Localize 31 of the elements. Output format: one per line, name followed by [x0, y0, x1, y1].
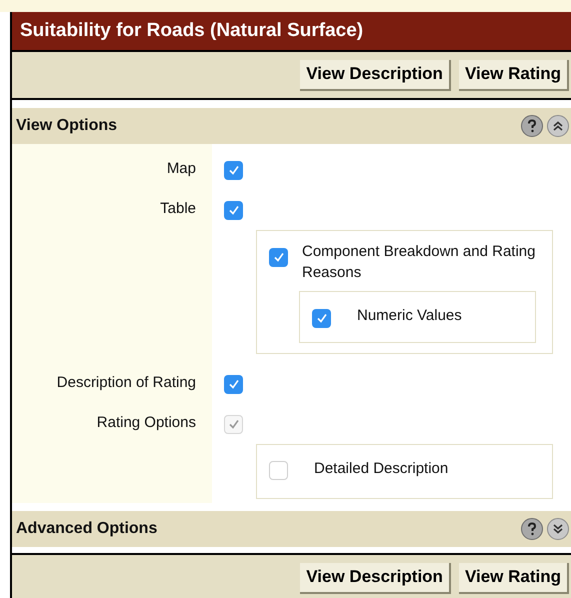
- view-button[interactable]: View Rating: [458, 562, 569, 594]
- option-label: Rating Options: [96, 413, 196, 433]
- page-title: Suitability for Roads (Natural Surface): [20, 18, 364, 43]
- view-button[interactable]: View Rating: [458, 60, 569, 90]
- option-label: Map: [166, 159, 196, 179]
- section-header[interactable]: View Options: [12, 108, 571, 144]
- expand-icon[interactable]: [547, 518, 569, 540]
- option-label: Description of Rating: [56, 373, 196, 393]
- checkbox[interactable]: [312, 308, 331, 328]
- option-label: Detailed Description: [313, 459, 448, 479]
- checkmark-icon: [228, 204, 240, 216]
- collapse-icon[interactable]: [547, 115, 569, 137]
- checkmark-icon: [272, 251, 284, 263]
- section-title: Advanced Options: [16, 519, 158, 539]
- option-label: Table: [160, 199, 196, 219]
- section-title: View Options: [16, 116, 118, 136]
- checkmark-icon: [228, 418, 240, 430]
- checkmark-icon: [228, 378, 240, 390]
- help-icon[interactable]: [521, 518, 543, 540]
- checkmark-icon: [316, 312, 328, 324]
- checkbox[interactable]: [224, 374, 243, 394]
- checkbox[interactable]: [224, 200, 243, 220]
- checkbox[interactable]: [269, 248, 288, 266]
- help-icon[interactable]: [521, 115, 543, 137]
- section-header[interactable]: Advanced Options: [12, 511, 571, 547]
- checkmark-icon: [228, 164, 240, 176]
- view-button[interactable]: View Description: [300, 60, 451, 90]
- checkbox[interactable]: [224, 160, 243, 180]
- view-button[interactable]: View Description: [300, 562, 451, 594]
- option-label: Component Breakdown and Rating Reasons: [302, 242, 536, 283]
- option-label: Numeric Values: [356, 306, 462, 326]
